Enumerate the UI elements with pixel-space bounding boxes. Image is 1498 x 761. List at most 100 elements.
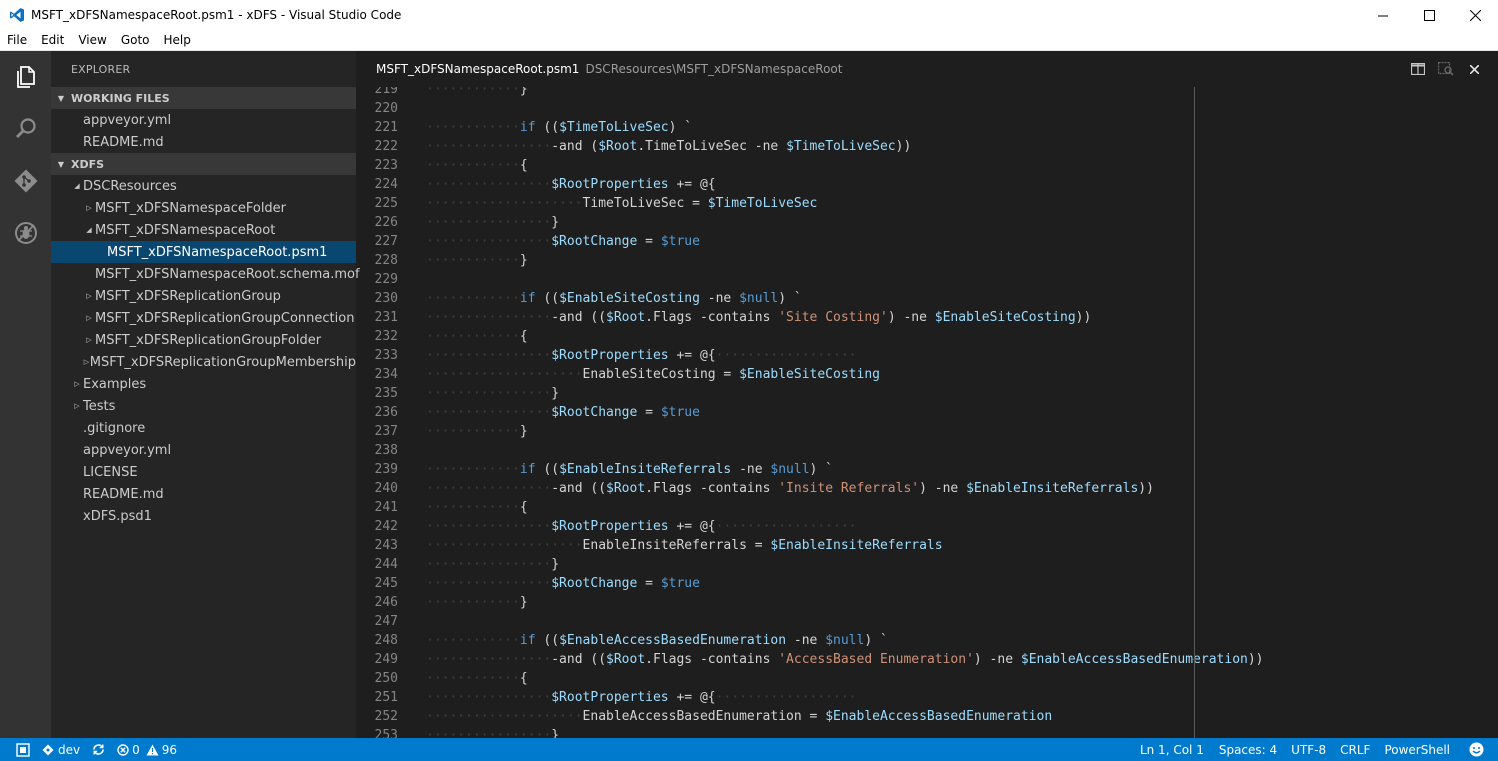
feedback-button[interactable]	[1457, 738, 1498, 761]
tree-folder-item[interactable]: ◢ MSFT_xDFSNamespaceRoot	[51, 219, 356, 241]
chevron-right-icon: ▷	[86, 314, 92, 322]
explorer-icon	[16, 66, 35, 88]
code-token: ) `	[809, 462, 834, 477]
window-title: MSFT_xDFSNamespaceRoot.psm1 - xDFS - Vis…	[31, 8, 402, 22]
tree-folder-item[interactable]: ▷ Tests	[51, 395, 356, 417]
code-token: ((	[535, 120, 560, 135]
activity-debug[interactable]	[0, 207, 51, 259]
status-indentation[interactable]: Spaces: 4	[1212, 738, 1284, 761]
line-number: 234	[374, 367, 398, 382]
code-token: if	[519, 120, 536, 135]
status-bar: dev 0 96 Ln 1, Col 1 Spaces: 4 UTF-8 CRL…	[0, 738, 1498, 761]
smiley-icon	[1469, 742, 1484, 757]
code-text: ················-and (($Root.Flags -cont…	[426, 310, 1092, 325]
line-number: 222	[374, 139, 398, 154]
line-number: 233	[374, 348, 398, 363]
status-branch[interactable]: dev	[36, 738, 86, 761]
tree-folder-item[interactable]: ▷ MSFT_xDFSReplicationGroupConnection	[51, 307, 356, 329]
editor-file-name[interactable]: MSFT_xDFSNamespaceRoot.psm1	[376, 62, 579, 76]
code-token: ··················	[715, 690, 857, 705]
code-token: $EnableInsiteReferrals	[966, 481, 1139, 496]
code-token: $RootChange	[551, 576, 638, 591]
working-file-item[interactable]: appveyor.yml	[51, 109, 356, 131]
folder-sync-icon	[16, 742, 30, 757]
code-text: ············{	[426, 500, 528, 515]
code-token: ··················	[715, 519, 857, 534]
warning-count: 96	[161, 742, 178, 757]
tree-folder-item[interactable]: ▷ MSFT_xDFSNamespaceFolder	[51, 197, 356, 219]
activity-bar	[0, 51, 51, 738]
tree-item-label: MSFT_xDFSReplicationGroup	[95, 288, 281, 304]
code-token: ))	[1247, 652, 1264, 667]
tree-folder-item[interactable]: ▷ MSFT_xDFSReplicationGroup	[51, 285, 356, 307]
tree-folder-item[interactable]: ◢ DSCResources	[51, 175, 356, 197]
activity-search[interactable]	[0, 103, 51, 155]
activity-explorer[interactable]	[0, 51, 51, 103]
close-icon	[1469, 9, 1481, 21]
tree-file-item[interactable]: xDFS.psd1	[51, 505, 356, 527]
code-text: ············}	[426, 87, 528, 99]
code-token: }	[551, 728, 560, 738]
code-text: ············{	[426, 158, 528, 173]
status-sync-button[interactable]	[0, 738, 36, 761]
menu-goto[interactable]: Goto	[114, 33, 157, 47]
maximize-button[interactable]	[1406, 0, 1452, 30]
tree-file-item[interactable]: README.md	[51, 483, 356, 505]
split-editor-button[interactable]	[1404, 51, 1432, 87]
tree-item-label: MSFT_xDFSNamespaceFolder	[95, 200, 287, 216]
menu-file[interactable]: File	[0, 33, 34, 47]
tree-file-item[interactable]: MSFT_xDFSNamespaceRoot.psm1	[51, 241, 356, 263]
code-text: ············}	[426, 424, 528, 439]
status-sync[interactable]	[86, 738, 111, 761]
line-number: 248	[374, 633, 398, 648]
code-token: ))	[895, 139, 912, 154]
code-token: =	[637, 405, 661, 420]
code-line: 227 ················$RootChange = $true	[356, 232, 1498, 251]
tree-file-item[interactable]: .gitignore	[51, 417, 356, 439]
working-files-header[interactable]: ▼ WORKING FILES	[51, 87, 356, 109]
file-tree: ◢ DSCResources ▷ MSFT_xDFSNamespaceFolder ◢ M…	[51, 175, 360, 527]
code-token: ) `	[778, 291, 802, 306]
code-token: }	[551, 557, 560, 572]
tree-file-item[interactable]: MSFT_xDFSNamespaceRoot.schema.mof	[51, 263, 360, 285]
tree-folder-item[interactable]: ▷ Examples	[51, 373, 356, 395]
tree-item-label: MSFT_xDFSReplicationGroupConnection	[95, 310, 355, 326]
status-cursor-position[interactable]: Ln 1, Col 1	[1132, 738, 1212, 761]
close-window-button[interactable]	[1452, 0, 1498, 30]
tree-folder-item[interactable]: ▷ MSFT_xDFSReplicationGroupFolder	[51, 329, 356, 351]
project-header[interactable]: ▼ XDFS	[51, 153, 356, 175]
status-encoding[interactable]: UTF-8	[1284, 738, 1333, 761]
line-number: 220	[374, 101, 398, 116]
status-eol[interactable]: CRLF	[1333, 738, 1377, 761]
code-line: 242 ················$RootProperties += @{…	[356, 517, 1498, 536]
status-problems[interactable]: 0 96	[111, 738, 183, 761]
code-token: }	[519, 595, 528, 610]
close-editor-button[interactable]	[1460, 51, 1488, 87]
line-number: 239	[374, 462, 398, 477]
menu-help[interactable]: Help	[157, 33, 198, 47]
code-line: 245 ················$RootChange = $true	[356, 574, 1498, 593]
line-number: 243	[374, 538, 398, 553]
working-file-item[interactable]: README.md	[51, 131, 356, 153]
minimize-button[interactable]	[1360, 0, 1406, 30]
search-icon	[15, 118, 36, 138]
tree-file-item[interactable]: LICENSE	[51, 461, 356, 483]
tree-folder-item[interactable]: ▷ MSFT_xDFSReplicationGroupMembership	[51, 351, 356, 373]
code-line: 228 ············}	[356, 251, 1498, 270]
tree-file-item[interactable]: appveyor.yml	[51, 439, 356, 461]
chevron-right-icon: ▷	[86, 204, 92, 212]
code-editor[interactable]: 219 ············} 220 221 ············if (($…	[356, 87, 1498, 738]
line-number: 219	[374, 87, 398, 97]
menu-view[interactable]: View	[71, 33, 113, 47]
open-changes-button[interactable]	[1432, 51, 1460, 87]
code-token: 'Site Costing'	[778, 310, 888, 325]
activity-git[interactable]	[0, 155, 51, 207]
code-token: $EnableSiteCosting	[559, 291, 700, 306]
tree-item-label: LICENSE	[83, 464, 138, 480]
code-token: $TimeToLiveSec	[707, 196, 818, 211]
status-language[interactable]: PowerShell	[1377, 738, 1457, 761]
line-number: 237	[374, 424, 398, 439]
line-number: 228	[374, 253, 398, 268]
code-line: 238	[356, 441, 1498, 460]
menu-edit[interactable]: Edit	[34, 33, 71, 47]
